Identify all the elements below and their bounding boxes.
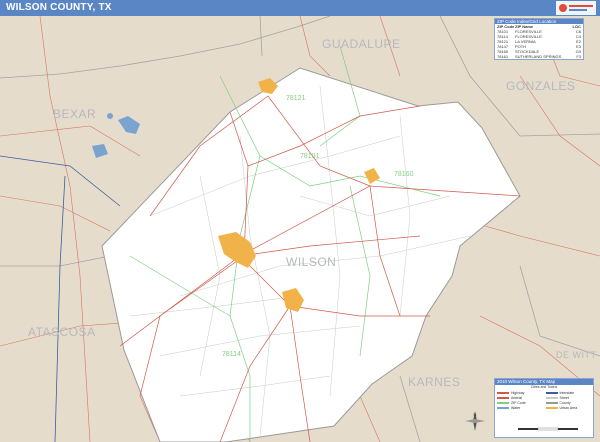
- zip-index-table: ZIP Code Index/Grid Location ZIP Code ZI…: [494, 18, 584, 60]
- legend-swatch-icon: [545, 396, 558, 399]
- zip-table-cell: 78161: [497, 54, 509, 59]
- legend-swatch-icon: [497, 391, 509, 394]
- zip-table-cell: SUTHERLAND SPRINGS: [515, 54, 562, 59]
- water-bodies: [92, 113, 140, 158]
- zip-label: 78121: [286, 95, 306, 102]
- legend-items: Highway Interstate Arterial Street ZIP Code C…: [495, 390, 593, 410]
- zip-label: 78101: [300, 153, 320, 160]
- legend-swatch-icon: [545, 391, 558, 394]
- legend-swatch-icon: [497, 396, 509, 399]
- brand-logo-icon: [556, 1, 596, 15]
- county-label-gonzales: GONZALES: [506, 79, 575, 93]
- zip-label: 78160: [394, 171, 414, 178]
- county-label-bexar: BEXAR: [53, 107, 96, 121]
- legend-label: Urban Area: [559, 405, 578, 410]
- compass-rose-icon: N: [465, 411, 485, 431]
- legend-label: Interstate: [559, 390, 575, 395]
- scale-bar: [518, 427, 578, 431]
- legend-label: Water: [511, 405, 521, 410]
- title-bar: WILSON COUNTY, TX: [0, 0, 600, 16]
- legend-swatch-icon: [497, 401, 509, 404]
- legend-item: Water: [497, 405, 543, 410]
- legend-label: ZIP Code: [511, 400, 526, 405]
- legend-swatch-icon: [545, 406, 558, 409]
- county-label-guadalupe: GUADALUPE: [322, 37, 401, 51]
- zip-table-body: 78101 FLORESVILLE C6 78114 FLORESVILLE C4 7812…: [495, 29, 583, 59]
- county-label-wilson: WILSON: [286, 255, 336, 269]
- svg-text:N: N: [474, 412, 477, 417]
- legend-label: Highway: [511, 390, 525, 395]
- legend-label: Street: [559, 395, 569, 400]
- page-title: WILSON COUNTY, TX: [6, 2, 112, 13]
- legend-swatch-icon: [497, 406, 509, 409]
- county-label-atascosa: ATASCOSA: [28, 325, 96, 339]
- county-label-dewitt: DE WITT: [556, 350, 597, 360]
- zip-label: 78114: [222, 351, 241, 358]
- legend-label: County: [559, 400, 571, 405]
- legend-label: Arterial: [511, 395, 523, 400]
- zip-table-row: 78161 SUTHERLAND SPRINGS F3: [495, 54, 583, 59]
- legend-swatch-icon: [545, 401, 558, 404]
- county-label-karnes: KARNES: [408, 375, 460, 389]
- map-page: WILSON COUNTY, TX GUADALUPE GONZALES BEX…: [0, 0, 600, 442]
- zip-table-cell: F3: [576, 54, 581, 59]
- legend-item: Urban Area: [545, 405, 592, 410]
